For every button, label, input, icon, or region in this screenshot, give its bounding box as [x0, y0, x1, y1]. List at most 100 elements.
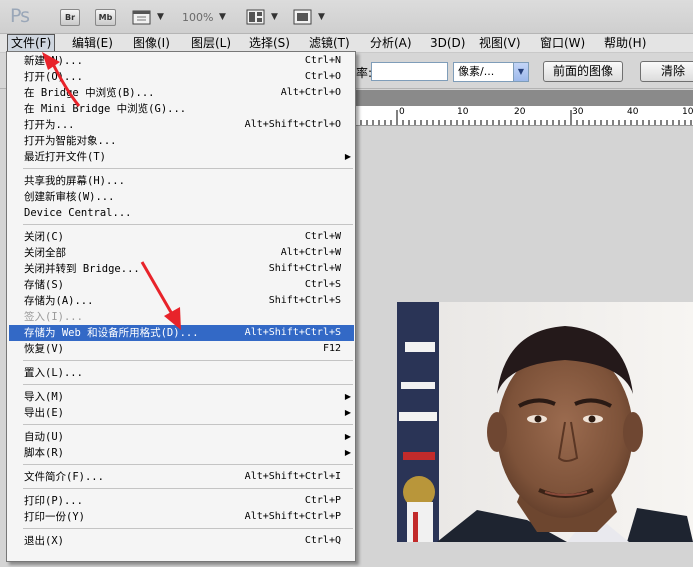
file-menu-item[interactable]: 退出(X) Ctrl+Q [9, 533, 354, 549]
file-menu-item-label: Device Central... [24, 207, 132, 219]
photoshop-logo: Ps [10, 5, 30, 27]
mini-bridge-button[interactable]: Mb [95, 9, 116, 26]
menu-separator [23, 464, 353, 465]
file-menu-item[interactable]: Device Central... [9, 205, 354, 221]
file-menu-item-label: 关闭并转到 Bridge... [24, 263, 140, 275]
file-menu-item-label: 打印一份(Y) [24, 511, 85, 523]
unit-select[interactable]: 像素/... ▼ [453, 62, 529, 82]
resolution-input[interactable] [371, 62, 448, 81]
file-menu-item-label: 恢复(V) [24, 343, 64, 355]
file-menu-item[interactable]: 存储为(A)... Shift+Ctrl+S [9, 293, 354, 309]
file-menu-item[interactable]: 置入(L)... [9, 365, 354, 381]
menu-separator [23, 384, 353, 385]
dropdown-caret-icon[interactable]: ▼ [157, 12, 164, 22]
menu-window[interactable]: 窗口(W) [537, 34, 588, 53]
file-menu-item-label: 脚本(R) [24, 447, 64, 459]
menu-view[interactable]: 视图(V) [476, 34, 524, 53]
zoom-level[interactable]: 100% [182, 11, 213, 24]
file-menu-item[interactable]: 存储(S) Ctrl+S [9, 277, 354, 293]
menu-separator [23, 360, 353, 361]
ruler-label: 20 [514, 107, 526, 117]
front-image-button[interactable]: 前面的图像 [543, 61, 623, 82]
file-menu-item-label: 关闭(C) [24, 231, 64, 243]
screen-mode-icon[interactable] [293, 9, 313, 26]
ruler-label: 30 [572, 107, 584, 117]
ruler-label: 10 [682, 107, 693, 117]
file-menu-item[interactable]: 导入(M) ▶ [9, 389, 354, 405]
file-menu-item[interactable]: 脚本(R) ▶ [9, 445, 354, 461]
file-menu-item-shortcut: Ctrl+S [304, 279, 341, 290]
file-menu-item[interactable]: 打开(O)... Ctrl+O [9, 69, 354, 85]
file-menu-item-label: 在 Mini Bridge 中浏览(G)... [24, 103, 187, 115]
file-menu-item-shortcut: Alt+Ctrl+W [280, 247, 341, 258]
file-menu-item-shortcut: Alt+Shift+Ctrl+S [244, 327, 341, 338]
file-menu-item-shortcut: Ctrl+O [304, 71, 341, 82]
dropdown-caret-icon[interactable]: ▼ [219, 12, 226, 22]
submenu-arrow-icon: ▶ [344, 408, 351, 417]
file-menu-item-shortcut: Alt+Ctrl+O [280, 87, 341, 98]
submenu-arrow-icon: ▶ [344, 448, 351, 457]
file-menu-dropdown: 新建(N)... Ctrl+N 打开(O)... Ctrl+O 在 Bridge 中浏览… [6, 51, 356, 562]
file-menu-item-label: 导出(E) [24, 407, 64, 419]
file-menu-item-label: 最近打开文件(T) [24, 151, 106, 163]
submenu-arrow-icon: ▶ [344, 432, 351, 441]
file-menu-item[interactable]: 打印(P)... Ctrl+P [9, 493, 354, 509]
file-menu-item[interactable]: 恢复(V) F12 [9, 341, 354, 357]
file-menu-item[interactable]: 打印一份(Y) Alt+Shift+Ctrl+P [9, 509, 354, 525]
file-menu-item-label: 退出(X) [24, 535, 64, 547]
file-menu-item[interactable]: 打开为智能对象... [9, 133, 354, 149]
file-menu-item-shortcut: Ctrl+N [304, 55, 341, 66]
file-menu-item-shortcut: Ctrl+P [304, 495, 341, 506]
file-menu-item[interactable]: 存储为 Web 和设备所用格式(D)... Alt+Shift+Ctrl+S [9, 325, 354, 341]
submenu-arrow-icon: ▶ [344, 152, 351, 161]
horizontal-ruler: 0 10 20 30 40 10 [355, 106, 693, 126]
submenu-arrow-icon: ▶ [344, 392, 351, 401]
application-bar: Ps Br Mb ▼ 100% ▼ ▼ ▼ [0, 0, 693, 34]
file-menu-item[interactable]: 最近打开文件(T) ▶ [9, 149, 354, 165]
file-menu-item-shortcut: Shift+Ctrl+S [268, 295, 341, 306]
file-menu-item[interactable]: 新建(N)... Ctrl+N [9, 53, 354, 69]
file-menu-item[interactable]: 导出(E) ▶ [9, 405, 354, 421]
file-menu-item-shortcut: Alt+Shift+Ctrl+I [244, 471, 341, 482]
view-extras-icon[interactable] [132, 9, 152, 26]
unit-select-value: 像素/... [458, 65, 495, 78]
file-menu-item-label: 导入(M) [24, 391, 64, 403]
file-menu-item-label: 存储为(A)... [24, 295, 94, 307]
menu-3d[interactable]: 3D(D) [427, 34, 468, 53]
file-menu-item[interactable]: 关闭并转到 Bridge... Shift+Ctrl+W [9, 261, 354, 277]
file-menu-item-shortcut: Ctrl+W [304, 231, 341, 242]
file-menu-item[interactable]: 自动(U) ▶ [9, 429, 354, 445]
file-menu-item-label: 在 Bridge 中浏览(B)... [24, 87, 155, 99]
layout-icon[interactable] [246, 9, 266, 26]
bridge-button[interactable]: Br [60, 9, 80, 26]
file-menu-item[interactable]: 关闭(C) Ctrl+W [9, 229, 354, 245]
file-menu-item-label: 自动(U) [24, 431, 64, 443]
chevron-down-icon[interactable]: ▼ [513, 63, 528, 81]
file-menu-item-label: 打印(P)... [24, 495, 83, 507]
file-menu-item-label: 签入(I)... [24, 311, 83, 323]
file-menu-item-label: 共享我的屏幕(H)... [24, 175, 125, 187]
file-menu-item-label: 创建新审核(W)... [24, 191, 115, 203]
file-menu-item-shortcut: Alt+Shift+Ctrl+O [244, 119, 341, 130]
file-menu-item[interactable]: 共享我的屏幕(H)... [9, 173, 354, 189]
file-menu-item[interactable]: 创建新审核(W)... [9, 189, 354, 205]
resolution-label: 率: [356, 66, 373, 80]
dropdown-caret-icon[interactable]: ▼ [271, 12, 278, 22]
document-tab-bar[interactable] [355, 90, 693, 106]
ruler-label: 10 [457, 107, 469, 117]
clear-button[interactable]: 清除 [640, 61, 693, 82]
file-menu-item[interactable]: 在 Bridge 中浏览(B)... Alt+Ctrl+O [9, 85, 354, 101]
file-menu-item-label: 文件简介(F)... [24, 471, 104, 483]
file-menu-item-shortcut: Alt+Shift+Ctrl+P [244, 511, 341, 522]
file-menu-item[interactable]: 在 Mini Bridge 中浏览(G)... [9, 101, 354, 117]
file-menu-item[interactable]: 打开为... Alt+Shift+Ctrl+O [9, 117, 354, 133]
menu-separator [23, 528, 353, 529]
menu-separator [23, 424, 353, 425]
file-menu-item-shortcut: F12 [322, 343, 341, 354]
menu-analysis[interactable]: 分析(A) [367, 34, 415, 53]
file-menu-item[interactable]: 关闭全部 Alt+Ctrl+W [9, 245, 354, 261]
file-menu-item-label: 存储为 Web 和设备所用格式(D)... [24, 327, 199, 339]
file-menu-item[interactable]: 文件简介(F)... Alt+Shift+Ctrl+I [9, 469, 354, 485]
dropdown-caret-icon[interactable]: ▼ [318, 12, 325, 22]
menu-help[interactable]: 帮助(H) [601, 34, 649, 53]
